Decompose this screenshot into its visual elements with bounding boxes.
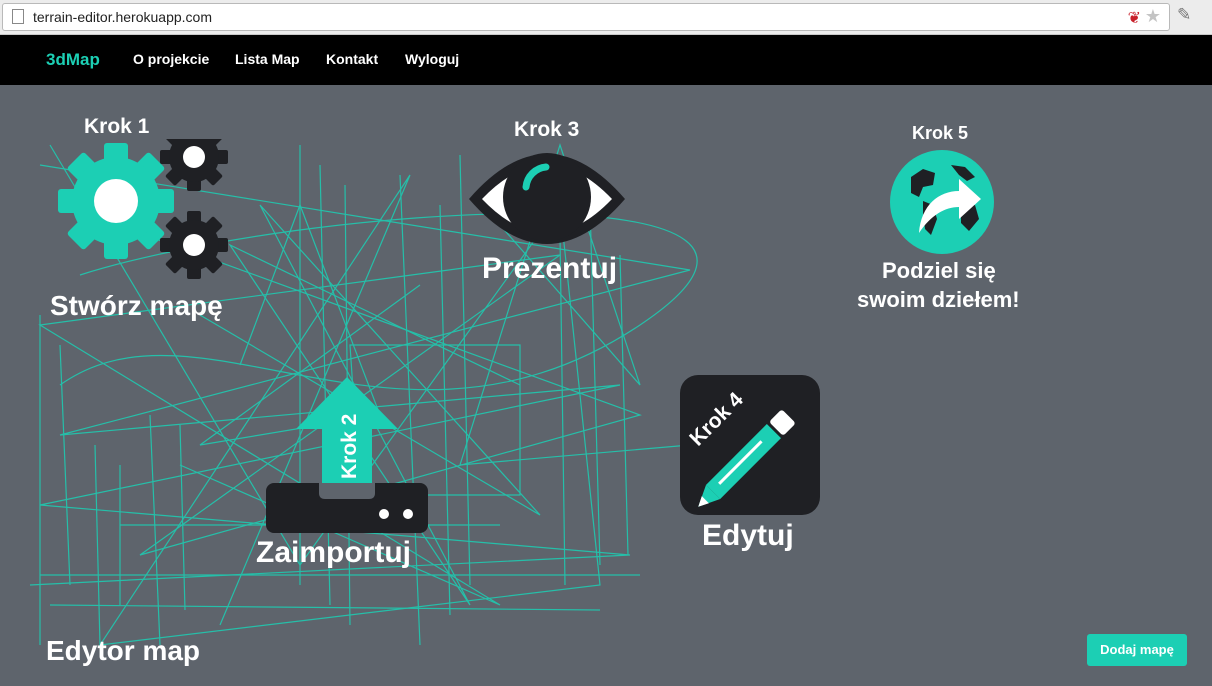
step3-title: Prezentuj: [482, 252, 618, 285]
eyedropper-icon[interactable]: ✎: [1177, 5, 1191, 25]
step5-krok-label: Krok 5: [912, 123, 969, 143]
step1-krok-label: Krok 1: [84, 115, 150, 138]
page-icon: [12, 9, 24, 24]
page-title: Edytor map: [46, 635, 201, 666]
nav-link-o-projekcie[interactable]: O projekcie: [133, 51, 209, 67]
step5-title-line1: Podziel się: [882, 258, 996, 283]
step3-krok-label: Krok 3: [514, 118, 580, 141]
address-bar[interactable]: terrain-editor.herokuapp.com ❦ ★: [2, 3, 1170, 31]
nav-link-kontakt[interactable]: Kontakt: [326, 51, 378, 67]
step1-title: Stwórz mapę: [50, 290, 223, 321]
bookmark-star-icon[interactable]: ★: [1145, 6, 1161, 27]
globe-share-icon[interactable]: [889, 149, 995, 255]
hero-section: Krok 1 Stwórz mapę Krok 3 Prezentuj Krok…: [0, 85, 1212, 686]
brand-logo[interactable]: 3dMap: [46, 50, 100, 70]
pencil-icon[interactable]: Krok 4: [680, 375, 820, 515]
url-text[interactable]: terrain-editor.herokuapp.com: [33, 9, 212, 25]
step5-title-line2: swoim dziełem!: [857, 287, 1020, 312]
eye-icon[interactable]: [466, 147, 628, 251]
add-map-button[interactable]: Dodaj mapę: [1087, 634, 1187, 666]
step4-title: Edytuj: [702, 519, 794, 552]
step2-krok-label: Krok 2: [338, 414, 361, 479]
nav-link-wyloguj[interactable]: Wyloguj: [405, 51, 459, 67]
step2-title: Zaimportuj: [256, 536, 411, 569]
gears-icon[interactable]: [56, 139, 236, 289]
navbar: 3dMap O projekcie Lista Map Kontakt Wylo…: [0, 35, 1212, 85]
upload-arrow-icon[interactable]: Krok 2: [264, 375, 430, 535]
browser-toolbar: terrain-editor.herokuapp.com ❦ ★ ✎: [0, 0, 1212, 35]
nav-link-lista-map[interactable]: Lista Map: [235, 51, 300, 67]
red-extension-icon[interactable]: ❦: [1128, 8, 1141, 28]
